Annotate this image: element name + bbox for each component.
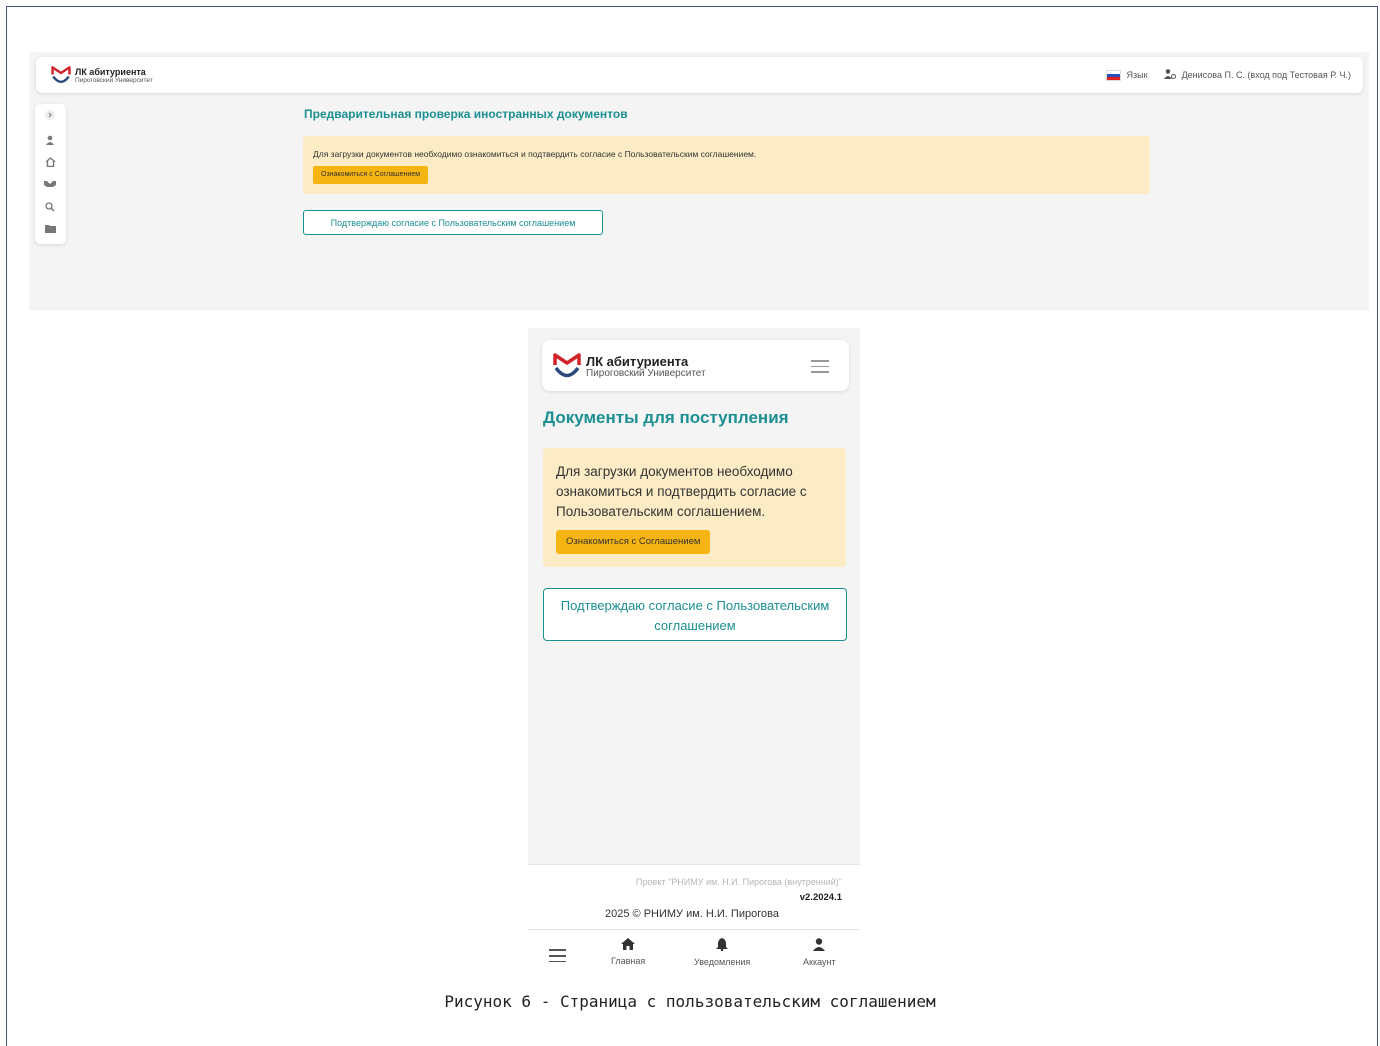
nav-home[interactable]: Главная (611, 938, 645, 966)
figure-caption: Рисунок 6 - Страница с пользовательским … (444, 992, 936, 1011)
university-logo-icon (51, 66, 71, 84)
brand-title: ЛК абитуриента (586, 353, 689, 369)
desktop-header: ЛК абитуриента Пироговский Университет Я… (36, 57, 1363, 93)
nav-home-label: Главная (611, 956, 646, 966)
alert-text: Для загрузки документов необходимо ознак… (556, 464, 807, 519)
brand-subtitle: Пироговский Университет (75, 76, 153, 84)
confirm-agreement-button[interactable]: Подтверждаю согласие с Пользовательским … (303, 210, 603, 235)
copyright: 2025 © РНИМУ им. Н.И. Пирогова (605, 908, 779, 920)
alert-text: Для загрузки документов необходимо ознак… (313, 149, 757, 159)
agreement-alert: Для загрузки документов необходимо ознак… (303, 136, 1150, 194)
bottom-nav: Главная Уведомления Аккаунт (528, 929, 860, 975)
folder-icon[interactable] (44, 224, 56, 236)
project-name: Проект "РНИМУ им. Н.И. Пирогова (внутрен… (635, 877, 842, 887)
page-title: Предварительная проверка иностранных док… (304, 107, 628, 121)
nav-account[interactable]: Аккаунт (803, 938, 836, 967)
nav-notifications-label: Уведомления (694, 957, 751, 967)
user-icon (803, 938, 836, 954)
menu-icon[interactable] (549, 949, 566, 963)
mobile-screenshot: ЛК абитуриента Пироговский Университет Д… (528, 328, 860, 975)
handshake-icon[interactable] (44, 179, 56, 191)
mobile-footer: Проект "РНИМУ им. Н.И. Пирогова (внутрен… (528, 864, 860, 929)
user-name[interactable]: Денисова П. С. (вход под Тестовая Р. Ч.) (1182, 70, 1351, 80)
language-selector[interactable]: Язык (1127, 70, 1148, 80)
read-agreement-button[interactable]: Ознакомиться с Соглашением (556, 530, 711, 554)
home-icon[interactable] (44, 157, 56, 169)
desktop-sidebar (35, 104, 66, 244)
russian-flag-icon[interactable] (1105, 69, 1121, 81)
user-cog-icon[interactable] (1163, 69, 1176, 81)
brand-subtitle: Пироговский Университет (586, 367, 706, 379)
version-label: v2.2024.1 (799, 892, 842, 903)
page-title: Документы для поступления (543, 408, 789, 427)
brand-title: ЛК абитуриента (75, 66, 146, 77)
chevron-right-icon[interactable] (44, 110, 56, 122)
agreement-alert: Для загрузки документов необходимо ознак… (543, 448, 846, 567)
brand-logo[interactable]: ЛК абитуриента Пироговский Университет (50, 66, 153, 85)
search-icon[interactable] (44, 202, 56, 214)
nav-account-label: Аккаунт (803, 957, 836, 967)
nav-notifications[interactable]: Уведомления (694, 938, 750, 967)
desktop-screenshot: ЛК абитуриента Пироговский Университет Я… (29, 52, 1369, 310)
university-logo-icon (553, 353, 581, 378)
read-agreement-button[interactable]: Ознакомиться с Соглашением (313, 166, 429, 184)
bell-icon (694, 938, 750, 954)
confirm-agreement-button[interactable]: Подтверждаю согласие с Пользовательским … (543, 588, 847, 641)
header-right: Язык Денисова П. С. (вход под Тестовая Р… (1105, 69, 1351, 81)
home-icon (611, 938, 645, 953)
brand-logo[interactable]: ЛК абитуриента Пироговский Университет (552, 353, 706, 380)
user-icon[interactable] (44, 135, 56, 147)
menu-icon[interactable] (811, 360, 829, 373)
mobile-header: ЛК абитуриента Пироговский Университет (542, 340, 849, 391)
